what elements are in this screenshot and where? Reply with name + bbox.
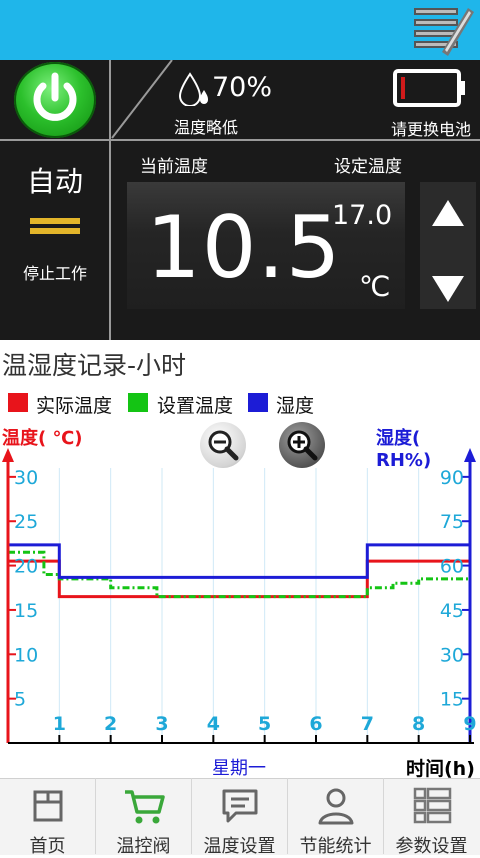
cart-icon [125, 790, 165, 824]
mode-bars-icon [30, 218, 80, 236]
temp-up-button[interactable] [420, 182, 476, 246]
set-temp-label: 设定温度 [334, 157, 402, 177]
x-tick-label: 9 [463, 713, 476, 735]
right-tick-label: 30 [440, 644, 464, 666]
user-icon [318, 788, 354, 825]
top-bar [0, 0, 480, 60]
current-temp-value: 10.5 [146, 198, 342, 298]
left-tick-label: 20 [14, 556, 38, 578]
temp-unit: ℃ [359, 270, 391, 303]
left-tick-label: 10 [14, 644, 38, 666]
message-icon [222, 789, 258, 823]
nav-valve-label: 温控阀 [116, 836, 171, 857]
humidity-status-label: 温度略低 [174, 118, 239, 137]
power-icon [33, 72, 77, 121]
left-tick-label: 30 [14, 467, 38, 489]
x-tick-label: 6 [309, 713, 322, 735]
nav-temp-settings-label: 温度设置 [203, 836, 276, 857]
left-axis-arrow [2, 448, 14, 462]
time-axis-label: 时间(h) [406, 758, 475, 780]
chart-title: 温湿度记录-小时 [2, 351, 187, 380]
left-tick-label: 5 [14, 689, 26, 711]
legend-label-actual-temp: 实际温度 [36, 395, 113, 417]
right-tick-label: 75 [440, 511, 464, 533]
x-tick-label: 2 [104, 713, 117, 735]
humidity-value: 70% [212, 72, 273, 103]
x-tick-label: 4 [207, 713, 220, 735]
series-line-left-14c414 [8, 550, 470, 599]
home-icon [33, 790, 63, 822]
legend-label-set-temp: 设置温度 [157, 395, 234, 417]
right-tick-label: 15 [440, 689, 464, 711]
nav-energy-stats[interactable]: 节能统计 [288, 778, 384, 857]
nav-params-label: 参数设置 [395, 836, 468, 857]
power-button[interactable] [14, 62, 96, 138]
legend-label-humidity: 湿度 [276, 395, 315, 417]
humidity-drops-icon [176, 72, 212, 110]
x-tick-label: 8 [412, 713, 425, 735]
legend-swatch-humidity [248, 393, 268, 412]
left-tick-label: 15 [14, 600, 38, 622]
triangle-up-icon [432, 200, 464, 226]
nav-temp-settings[interactable]: 温度设置 [192, 778, 288, 857]
work-status-label: 停止工作 [22, 264, 87, 283]
day-label: 星期一 [212, 758, 266, 779]
chart-area: 510152025301530456075901 2 3 4 5 6 7 8 9 [2, 448, 477, 744]
x-tick-label: 3 [155, 713, 168, 735]
nav-home-label: 首页 [29, 836, 66, 857]
battery-low-icon [393, 68, 467, 112]
x-tick-label: 7 [361, 713, 374, 735]
temp-down-button[interactable] [420, 246, 476, 309]
triangle-down-icon [432, 276, 464, 302]
right-tick-label: 90 [440, 467, 464, 489]
legend-swatch-actual-temp [8, 393, 28, 412]
battery-warning-label: 请更换电池 [391, 120, 472, 139]
list-icon [413, 787, 452, 824]
x-tick-label: 1 [53, 713, 66, 735]
left-tick-label: 25 [14, 511, 38, 533]
right-tick-label: 45 [440, 600, 464, 622]
x-tick-label: 5 [258, 713, 271, 735]
mode-label[interactable]: 自动 [0, 160, 110, 200]
legend-swatch-set-temp [128, 393, 148, 412]
right-axis-arrow [464, 448, 476, 462]
right-tick-label: 60 [440, 556, 464, 578]
current-temp-label: 当前温度 [140, 157, 208, 177]
nav-energy-stats-label: 节能统计 [299, 836, 372, 857]
menu-edit-icon[interactable] [412, 4, 474, 56]
nav-home[interactable]: 首页 [0, 778, 96, 857]
nav-valve[interactable]: 温控阀 [96, 778, 192, 857]
set-temp-value: 17.0 [332, 200, 393, 231]
nav-params[interactable]: 参数设置 [384, 778, 479, 857]
